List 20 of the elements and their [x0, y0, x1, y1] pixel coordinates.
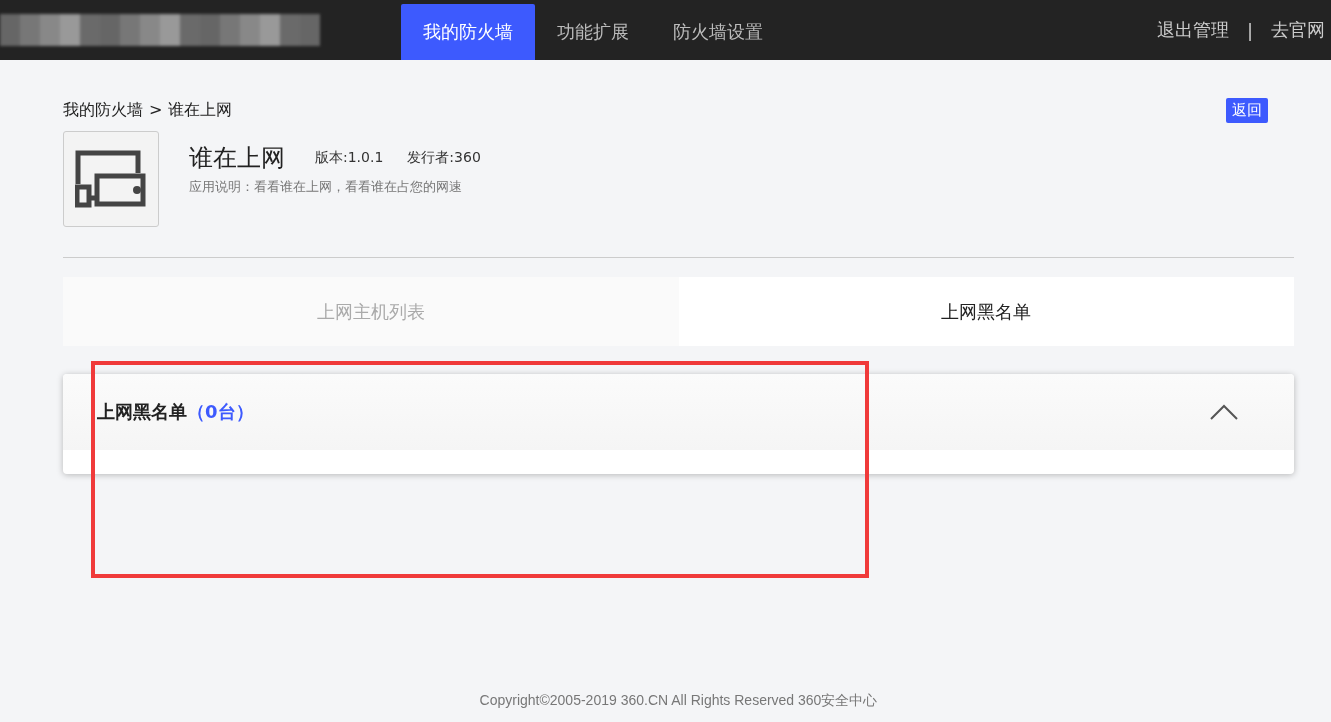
app-publisher: 发行者:360 [407, 149, 481, 167]
nav-link[interactable]: 退出管理 [1156, 18, 1229, 42]
app-description: 应用说明：看看谁在上网，看看谁在占您的网速 [189, 178, 463, 196]
device-count: （0台） [187, 400, 254, 424]
nav-link[interactable]: 去官网 [1271, 18, 1325, 42]
devices-icon [75, 150, 147, 208]
breadcrumb-link[interactable]: 我的防火墙 [63, 100, 143, 121]
separator-text: | [1246, 19, 1253, 41]
app-name: 谁在上网 [189, 143, 285, 174]
panel-title: 上网黑名单 [97, 400, 187, 424]
breadcrumb-current: 谁在上网 [168, 100, 233, 121]
nav-tab[interactable]: 功能扩展 [535, 4, 651, 60]
app-version: 版本:1.0.1 [315, 149, 384, 167]
tab[interactable]: 上网黑名单 [678, 277, 1294, 346]
breadcrumb-separator: > [149, 100, 163, 121]
back-button[interactable]: 返回 [1226, 98, 1268, 123]
nav-tab[interactable]: 我的防火墙 [401, 4, 535, 60]
copyright-text: Copyright©2005-2019 360.CN All Rights Reserved 360安全中心 [479, 692, 878, 708]
nav-tab[interactable]: 防火墙设置 [651, 4, 785, 60]
chevron-up-icon[interactable] [1210, 404, 1238, 420]
